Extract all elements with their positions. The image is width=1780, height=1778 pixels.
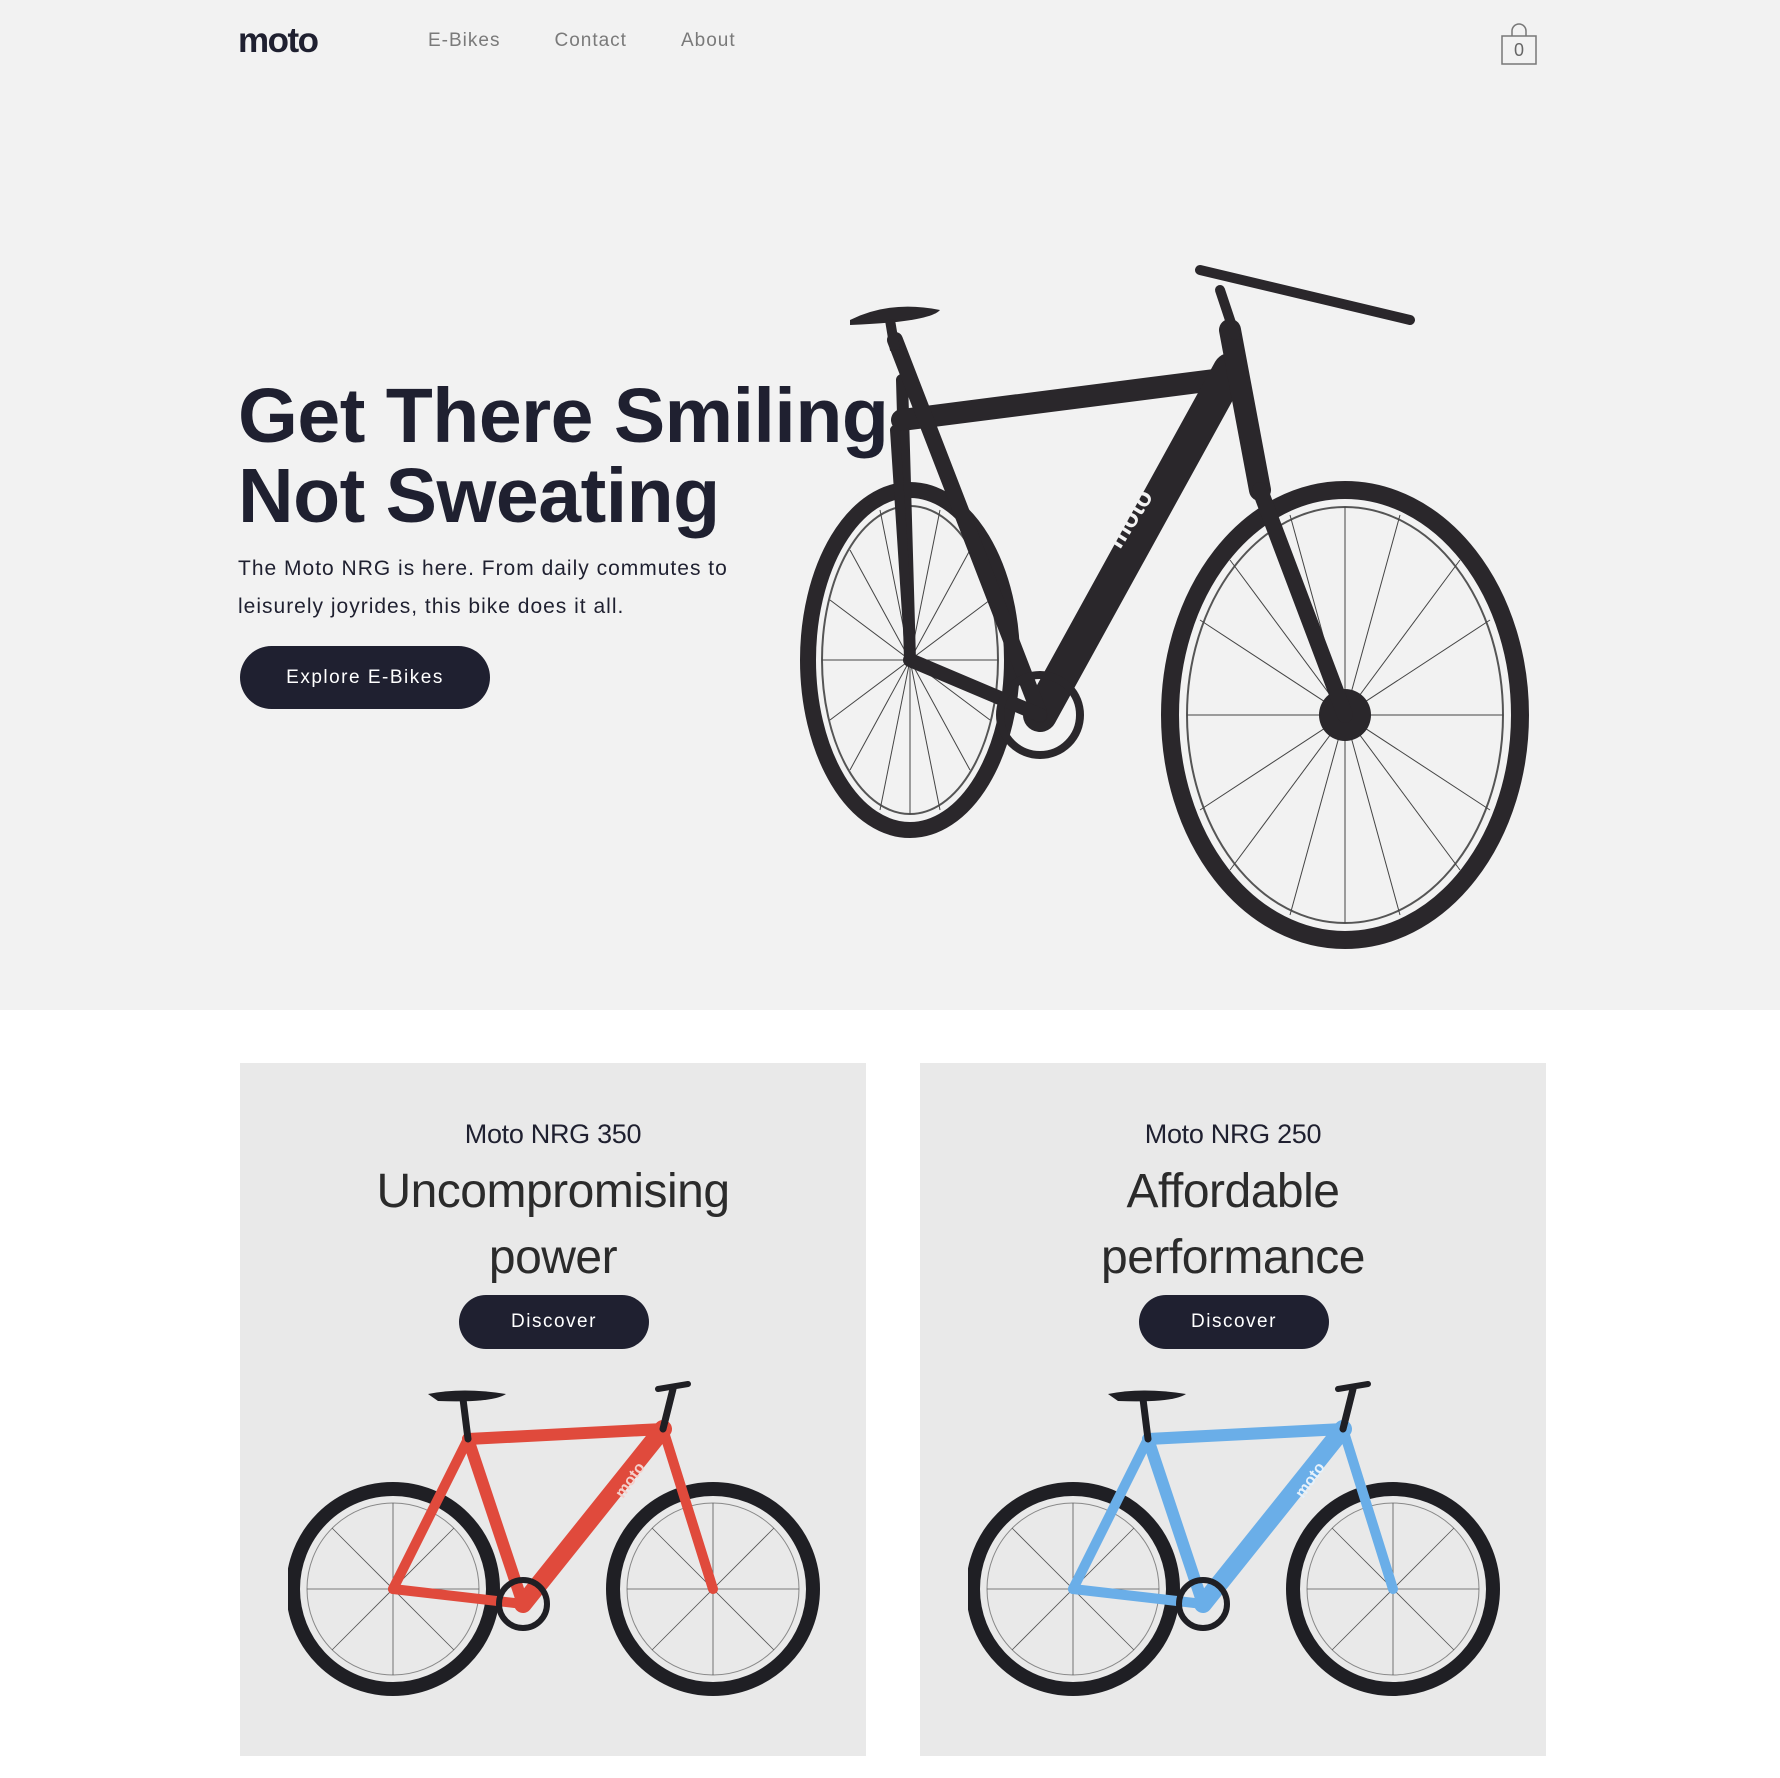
cart-count: 0 xyxy=(1513,40,1524,60)
product-card-nrg-350: Moto NRG 350 Uncompromising power Discov… xyxy=(240,1063,866,1756)
explore-ebikes-button[interactable]: Explore E-Bikes xyxy=(240,646,490,709)
main-nav: E-Bikes Contact About xyxy=(428,30,736,52)
moto-logo[interactable]: moto xyxy=(238,26,370,56)
svg-text:moto: moto xyxy=(238,26,319,56)
site-header: moto E-Bikes Contact About 0 xyxy=(0,0,1780,90)
cart-button[interactable]: 0 xyxy=(1500,22,1538,66)
product-tagline-line1: Uncompromising xyxy=(376,1165,730,1218)
nav-about[interactable]: About xyxy=(681,30,736,52)
hero-subtitle-line2: leisurely joyrides, this bike does it al… xyxy=(238,595,625,618)
red-bike-image: moto xyxy=(288,1381,820,1696)
nav-ebikes[interactable]: E-Bikes xyxy=(428,30,500,52)
product-tagline: Uncompromising power xyxy=(240,1159,866,1291)
hero-title-line2: Not Sweating xyxy=(238,453,720,539)
product-tagline-line2: power xyxy=(488,1231,618,1284)
hero-subtitle-line1: The Moto NRG is here. From daily commute… xyxy=(238,557,728,580)
product-card-nrg-250: Moto NRG 250 Affordable performance Disc… xyxy=(920,1063,1546,1756)
product-tagline-line2: performance xyxy=(1101,1231,1365,1284)
discover-button[interactable]: Discover xyxy=(1139,1295,1329,1349)
product-tagline: Affordable performance xyxy=(920,1159,1546,1291)
discover-button[interactable]: Discover xyxy=(459,1295,649,1349)
hero-subtitle: The Moto NRG is here. From daily commute… xyxy=(238,550,778,626)
hero-bike-image: moto xyxy=(800,265,1529,949)
blue-bike-image: moto xyxy=(968,1381,1500,1696)
nav-contact[interactable]: Contact xyxy=(554,30,626,52)
product-model: Moto NRG 250 xyxy=(1144,1119,1322,1149)
product-tagline-line1: Affordable xyxy=(1126,1165,1340,1218)
product-model: Moto NRG 350 xyxy=(464,1119,642,1149)
